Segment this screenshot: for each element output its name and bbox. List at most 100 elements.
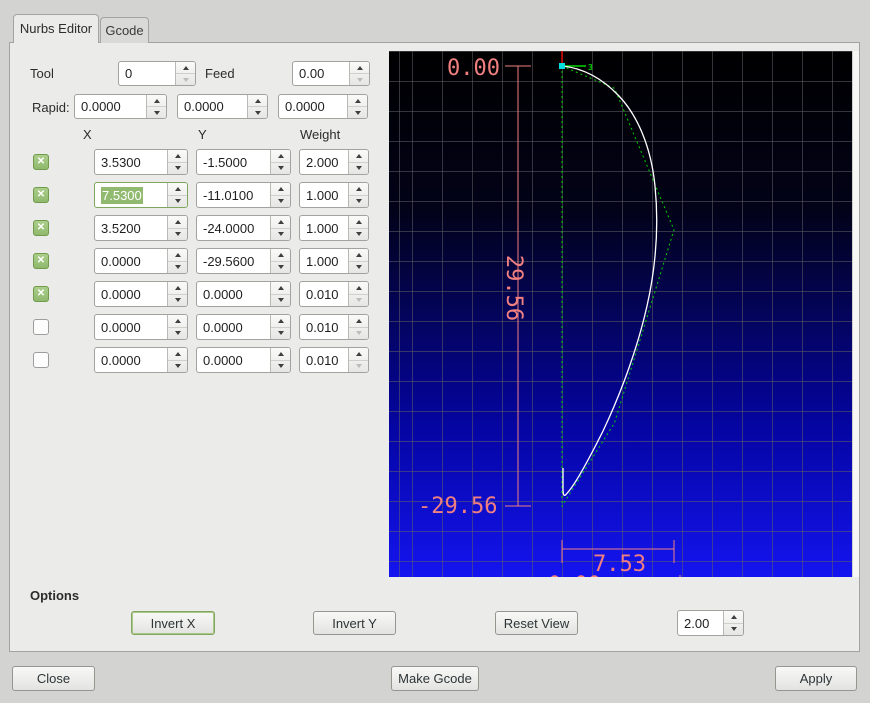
preview-scrollbar[interactable] [852, 51, 859, 577]
point-weight-spinbox[interactable]: 1.000 [299, 215, 369, 241]
spin-value[interactable]: -11.0100 [197, 183, 270, 207]
spin-up-icon[interactable] [349, 150, 368, 163]
spin-value[interactable]: 1.000 [300, 216, 348, 240]
spin-down-icon[interactable] [271, 163, 290, 175]
spin-down-icon[interactable] [168, 163, 187, 175]
spin-up-icon[interactable] [168, 282, 187, 295]
spin-value[interactable]: 0.010 [300, 315, 348, 339]
tab-gcode[interactable]: Gcode [100, 17, 149, 43]
point-enabled-checkbox[interactable] [33, 319, 49, 335]
spin-value[interactable]: -24.0000 [197, 216, 270, 240]
spin-up-icon[interactable] [168, 249, 187, 262]
spin-down-icon[interactable] [271, 196, 290, 208]
spin-value[interactable]: 0.0000 [197, 348, 270, 372]
spin-up-icon[interactable] [271, 315, 290, 328]
point-y-spinbox[interactable]: 0.0000 [196, 281, 291, 307]
spin-up-icon[interactable] [271, 150, 290, 163]
spin-down-icon[interactable] [349, 295, 368, 307]
spin-down-icon[interactable] [724, 624, 743, 636]
point-weight-spinbox[interactable]: 1.000 [299, 182, 369, 208]
invert-x-button[interactable]: Invert X [131, 611, 215, 635]
spin-down-icon[interactable] [168, 229, 187, 241]
spin-up-icon[interactable] [271, 282, 290, 295]
point-x-spinbox[interactable]: 7.5300 [94, 182, 188, 208]
point-y-spinbox[interactable]: -11.0100 [196, 182, 291, 208]
point-enabled-checkbox[interactable] [33, 352, 49, 368]
spin-value[interactable]: 0.010 [300, 348, 348, 372]
point-enabled-checkbox[interactable]: ✕ [33, 286, 49, 302]
spin-up-icon[interactable] [168, 216, 187, 229]
spin-down-icon[interactable] [349, 163, 368, 175]
spin-value[interactable]: 2.000 [300, 150, 348, 174]
spin-down-icon[interactable] [271, 295, 290, 307]
reset-view-button[interactable]: Reset View [495, 611, 578, 635]
spin-down-icon[interactable] [271, 262, 290, 274]
apply-button[interactable]: Apply [775, 666, 857, 691]
spin-up-icon[interactable] [349, 282, 368, 295]
point-x-spinbox[interactable]: 0.0000 [94, 314, 188, 340]
make-gcode-button[interactable]: Make Gcode [391, 666, 479, 691]
point-weight-spinbox[interactable]: 0.010 [299, 347, 369, 373]
spin-value[interactable]: -1.5000 [197, 150, 270, 174]
spin-up-icon[interactable] [349, 216, 368, 229]
spin-value[interactable]: 0.0000 [95, 315, 167, 339]
spin-down-icon[interactable] [349, 262, 368, 274]
spin-value[interactable]: 3.5300 [95, 150, 167, 174]
spin-up-icon[interactable] [168, 348, 187, 361]
point-enabled-checkbox[interactable]: ✕ [33, 220, 49, 236]
spin-value[interactable]: 2.00 [678, 611, 723, 635]
spin-value[interactable]: 0.010 [300, 282, 348, 306]
point-weight-spinbox[interactable]: 2.000 [299, 149, 369, 175]
spin-down-icon[interactable] [168, 361, 187, 373]
spin-value[interactable]: 1.000 [300, 249, 348, 273]
spin-down-icon[interactable] [168, 196, 187, 208]
spin-down-icon[interactable] [271, 361, 290, 373]
spin-up-icon[interactable] [271, 249, 290, 262]
close-button[interactable]: Close [12, 666, 95, 691]
spin-up-icon[interactable] [349, 315, 368, 328]
spin-value[interactable]: 0.0000 [95, 282, 167, 306]
spin-down-icon[interactable] [271, 229, 290, 241]
point-x-spinbox[interactable]: 0.0000 [94, 248, 188, 274]
spin-value[interactable]: 0.0000 [95, 348, 167, 372]
spin-up-icon[interactable] [271, 216, 290, 229]
spin-up-icon[interactable] [349, 183, 368, 196]
spin-value[interactable]: 3.5200 [95, 216, 167, 240]
point-y-spinbox[interactable]: 0.0000 [196, 347, 291, 373]
scale-spinbox[interactable]: 2.00 [677, 610, 744, 636]
spin-up-icon[interactable] [168, 150, 187, 163]
spin-up-icon[interactable] [271, 348, 290, 361]
spin-up-icon[interactable] [724, 611, 743, 624]
spin-up-icon[interactable] [349, 348, 368, 361]
point-weight-spinbox[interactable]: 0.010 [299, 281, 369, 307]
point-weight-spinbox[interactable]: 1.000 [299, 248, 369, 274]
spin-value[interactable]: 7.5300 [95, 183, 167, 207]
point-x-spinbox[interactable]: 0.0000 [94, 281, 188, 307]
point-y-spinbox[interactable]: -24.0000 [196, 215, 291, 241]
spin-value[interactable]: 0.0000 [197, 315, 270, 339]
spin-up-icon[interactable] [168, 315, 187, 328]
spin-value[interactable]: 0.0000 [95, 249, 167, 273]
point-x-spinbox[interactable]: 0.0000 [94, 347, 188, 373]
point-enabled-checkbox[interactable]: ✕ [33, 253, 49, 269]
spin-down-icon[interactable] [168, 295, 187, 307]
point-weight-spinbox[interactable]: 0.010 [299, 314, 369, 340]
spin-up-icon[interactable] [349, 249, 368, 262]
origin-control-point[interactable] [559, 63, 565, 69]
spin-down-icon[interactable] [349, 196, 368, 208]
tab-nurbs-editor[interactable]: Nurbs Editor [13, 14, 99, 43]
spin-up-icon[interactable] [168, 183, 187, 196]
spin-down-icon[interactable] [349, 229, 368, 241]
spin-down-icon[interactable] [271, 328, 290, 340]
point-enabled-checkbox[interactable]: ✕ [33, 154, 49, 170]
point-y-spinbox[interactable]: -29.5600 [196, 248, 291, 274]
point-enabled-checkbox[interactable]: ✕ [33, 187, 49, 203]
spin-down-icon[interactable] [349, 328, 368, 340]
spin-down-icon[interactable] [349, 361, 368, 373]
spin-value[interactable]: 0.0000 [197, 282, 270, 306]
point-x-spinbox[interactable]: 3.5200 [94, 215, 188, 241]
spin-down-icon[interactable] [168, 328, 187, 340]
spin-value[interactable]: 1.000 [300, 183, 348, 207]
nurbs-preview-canvas[interactable]: 3 0.00 29.56 -29.56 7.53 0.00 [389, 51, 852, 577]
invert-y-button[interactable]: Invert Y [313, 611, 396, 635]
